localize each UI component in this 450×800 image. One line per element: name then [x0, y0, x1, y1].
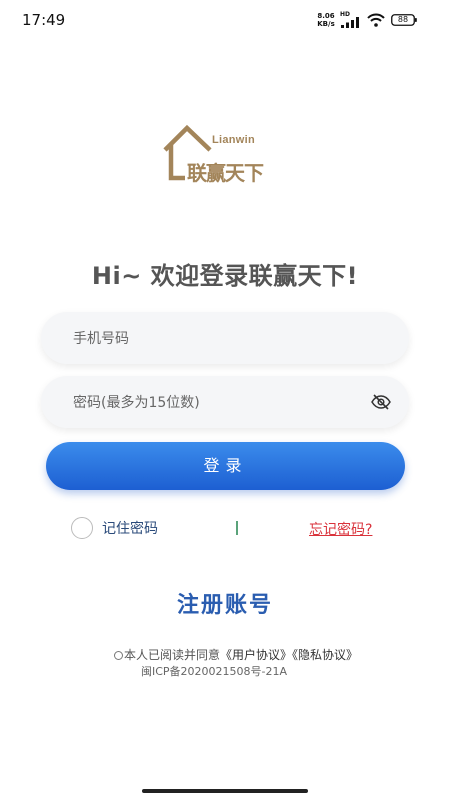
password-field: [41, 376, 409, 430]
agreement-prefix: 本人已阅读并同意: [124, 648, 221, 662]
phone-input[interactable]: [71, 312, 365, 366]
remember-password-checkbox[interactable]: [71, 517, 93, 539]
status-time: 17:49: [22, 11, 66, 29]
agreement-row: 本人已阅读并同意《用户协议》《隐私协议》: [114, 646, 358, 663]
user-agreement-link[interactable]: 《用户协议》: [220, 648, 292, 662]
password-input[interactable]: [71, 376, 365, 430]
eye-off-icon[interactable]: [371, 393, 391, 411]
forgot-password-link[interactable]: 忘记密码?: [309, 519, 372, 539]
logo-latin-text: Lianwin: [212, 134, 256, 146]
home-indicator[interactable]: [142, 789, 308, 793]
row-divider: [236, 521, 238, 535]
welcome-heading: Hi~ 欢迎登录联赢天下!: [91, 262, 359, 290]
battery-level: 88: [397, 15, 409, 24]
privacy-policy-link[interactable]: 《隐私协议》: [292, 648, 358, 662]
network-speed: 8.06 KB/s: [316, 12, 336, 28]
remember-password-label[interactable]: 记住密码: [102, 518, 158, 538]
network-speed-value: 8.06: [317, 12, 335, 20]
phone-field: [41, 312, 409, 366]
login-button[interactable]: 登录: [46, 442, 405, 490]
wifi-icon: [367, 13, 385, 27]
network-speed-unit: KB/s: [317, 20, 335, 28]
signal-icon: [341, 17, 359, 28]
logo-chinese-text: 联赢天下: [187, 161, 264, 185]
register-account-link[interactable]: 注册账号: [0, 587, 450, 619]
icp-record-text: 闽ICP备2020021508号-21A: [141, 665, 288, 678]
agreement-radio[interactable]: [114, 651, 123, 660]
